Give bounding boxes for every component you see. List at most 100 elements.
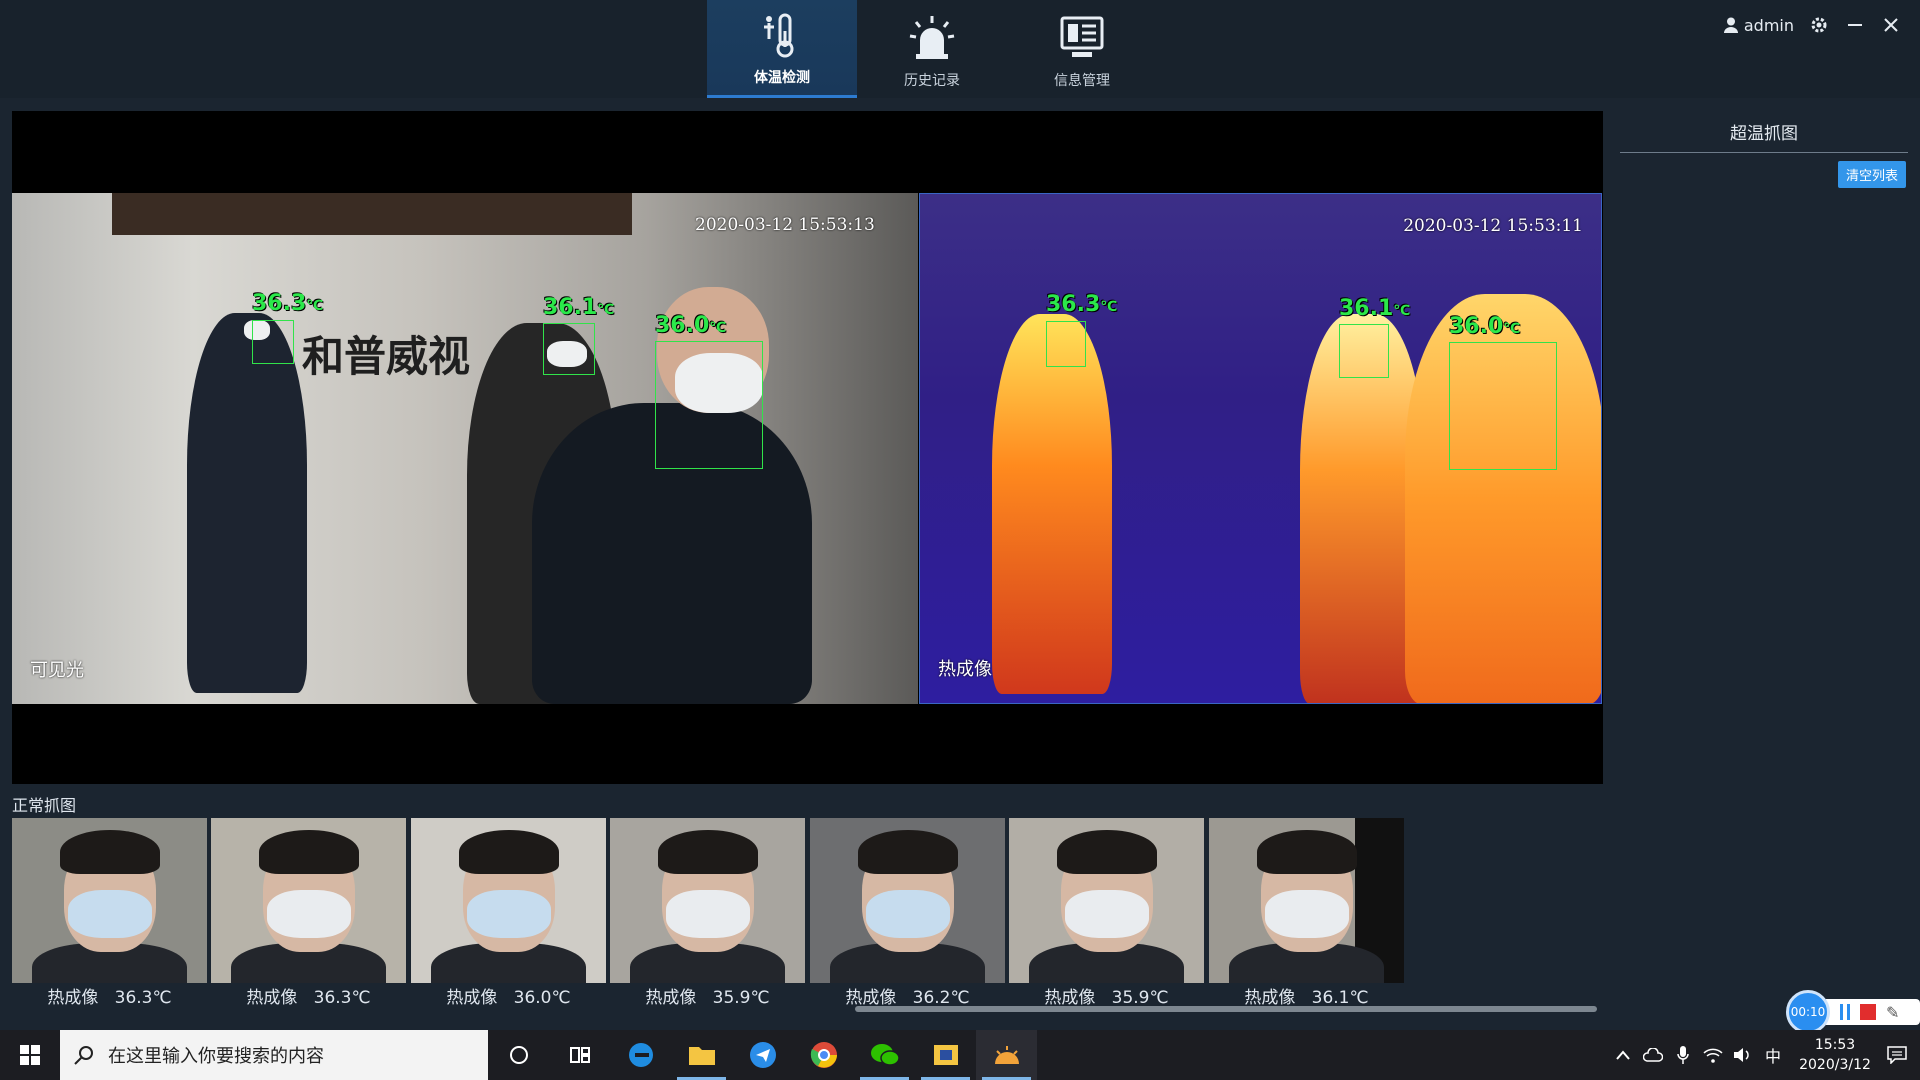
snapshot-item[interactable]: 热成像 36.1℃ [1209,818,1404,1008]
cloud-icon[interactable] [1642,1044,1664,1066]
feed-timestamp: 2020-03-12 15:53:11 [1403,216,1583,236]
snapshot-caption: 热成像 35.9℃ [645,988,770,1008]
wall-sign: 和普威视 [302,332,471,381]
taskbar-search-input[interactable]: 在这里输入你要搜索的内容 [60,1030,488,1080]
snapshot-caption: 热成像 36.1℃ [1244,988,1369,1008]
sun-logo-icon [994,1046,1019,1064]
main-nav: 体温检测 历史记录 信息管理 [707,0,1157,98]
pause-icon[interactable] [1840,1004,1850,1020]
edge-icon [628,1043,653,1067]
gear-icon [1811,17,1827,33]
close-button[interactable] [1880,14,1902,36]
cortana-icon [509,1046,528,1064]
edge-browser-button[interactable] [610,1030,671,1080]
heat-signature [992,314,1112,694]
paper-plane-icon [749,1042,776,1068]
app-window-icon [933,1045,958,1065]
snapshot-hair [858,830,958,874]
snapshot-image [1009,818,1204,983]
snapshot-image [12,818,207,983]
snapshot-item[interactable]: 热成像 36.3℃ [211,818,406,1008]
recording-timer[interactable]: 00:10 [1786,990,1830,1034]
face-mask [68,890,152,938]
notification-center-icon[interactable] [1886,1044,1908,1066]
tab-info-management[interactable]: 信息管理 [1007,0,1157,98]
monitor-info-icon [1060,16,1104,57]
temperature-label: 36.3℃ [252,291,324,316]
snapshot-item[interactable]: 热成像 36.0℃ [411,818,606,1008]
input-method-indicator[interactable]: 中 [1762,1044,1784,1066]
face-mask [1065,890,1149,938]
volume-icon[interactable] [1732,1044,1754,1066]
snapshot-image [1209,818,1404,983]
snapshot-item[interactable]: 热成像 36.2℃ [810,818,1005,1008]
temperature-label: 36.3℃ [1046,292,1118,317]
snapshot-item[interactable]: 热成像 35.9℃ [610,818,805,1008]
snapshot-strip: 热成像 36.3℃ 热成像 36.3℃ 热成像 36.0℃ 热成像 35.9℃ … [12,818,1603,1008]
username: admin [1743,15,1794,35]
tab-label: 体温检测 [754,70,810,86]
clock-date: 2020/3/12 [1799,1057,1871,1073]
minimize-button[interactable] [1844,14,1866,36]
face-mask [467,890,551,938]
title-bar: 体温检测 历史记录 信息管理 admin [0,0,1920,98]
visible-light-feed[interactable]: 和普威视 36.3℃ 36.1℃ 36.0℃ 2020-03-12 15:53:… [12,193,918,704]
snapshot-hair [259,830,359,874]
start-button[interactable] [0,1030,60,1080]
wifi-icon[interactable] [1702,1044,1724,1066]
snapshot-hair [1257,830,1357,874]
face-mask [267,890,351,938]
microphone-icon[interactable] [1672,1044,1694,1066]
tab-history[interactable]: 历史记录 [857,0,1007,98]
taskbar-clock[interactable]: 15:53 2020/3/12 [1792,1035,1878,1075]
search-placeholder: 在这里输入你要搜索的内容 [108,1046,324,1067]
detection-box [655,341,763,469]
feishu-button[interactable] [732,1030,793,1080]
temperature-label: 36.0℃ [655,313,727,338]
user-menu[interactable]: admin [1723,15,1794,35]
snapshot-caption: 热成像 36.3℃ [246,988,371,1008]
face-mask [866,890,950,938]
face-mask [666,890,750,938]
task-view-button[interactable] [549,1030,610,1080]
settings-button[interactable] [1808,14,1830,36]
tab-temperature-detection[interactable]: 体温检测 [707,0,857,98]
detection-box [543,323,595,375]
chevron-up-icon[interactable] [1612,1044,1634,1066]
snapshot-caption: 热成像 36.0℃ [446,988,571,1008]
pen-icon[interactable]: ✎ [1886,1003,1904,1022]
normal-capture-label: 正常抓图 [12,796,77,815]
detection-box [1449,342,1557,470]
wechat-button[interactable] [854,1030,915,1080]
snapshot-item[interactable]: 热成像 35.9℃ [1009,818,1204,1008]
app-window-button[interactable] [915,1030,976,1080]
snapshot-hair [1057,830,1157,874]
temperature-label: 36.0℃ [1449,314,1521,339]
snapshot-item[interactable]: 热成像 36.3℃ [12,818,207,1008]
temperature-label: 36.1℃ [543,295,615,320]
over-temperature-panel: 超温抓图 清空列表 [1608,111,1920,1030]
door-frame [112,193,632,235]
chrome-button[interactable] [793,1030,854,1080]
tab-label: 信息管理 [1054,73,1110,89]
chrome-icon [810,1042,837,1068]
thermal-feed[interactable]: 36.3℃ 36.1℃ 36.0℃ 2020-03-12 15:53:11 热成… [919,193,1602,704]
feed-timestamp: 2020-03-12 15:53:13 [695,215,875,235]
file-explorer-button[interactable] [671,1030,732,1080]
stop-icon[interactable] [1860,1004,1876,1020]
clear-list-button[interactable]: 清空列表 [1837,161,1906,188]
panel-title: 超温抓图 [1620,111,1908,153]
thermometer-icon [764,13,794,58]
snapshot-caption: 热成像 36.2℃ [845,988,970,1008]
snapshot-hair [60,830,160,874]
snapshot-caption: 热成像 35.9℃ [1044,988,1169,1008]
detection-box [1046,321,1086,367]
screen-recorder: ✎ 00:10 [1786,990,1920,1034]
cortana-button[interactable] [488,1030,549,1080]
minimize-icon [1848,24,1862,26]
thermal-app-button[interactable] [976,1030,1037,1080]
strip-scrollbar[interactable] [855,1006,1597,1012]
task-view-icon [569,1047,590,1063]
snapshot-image [211,818,406,983]
snapshot-hair [658,830,758,874]
